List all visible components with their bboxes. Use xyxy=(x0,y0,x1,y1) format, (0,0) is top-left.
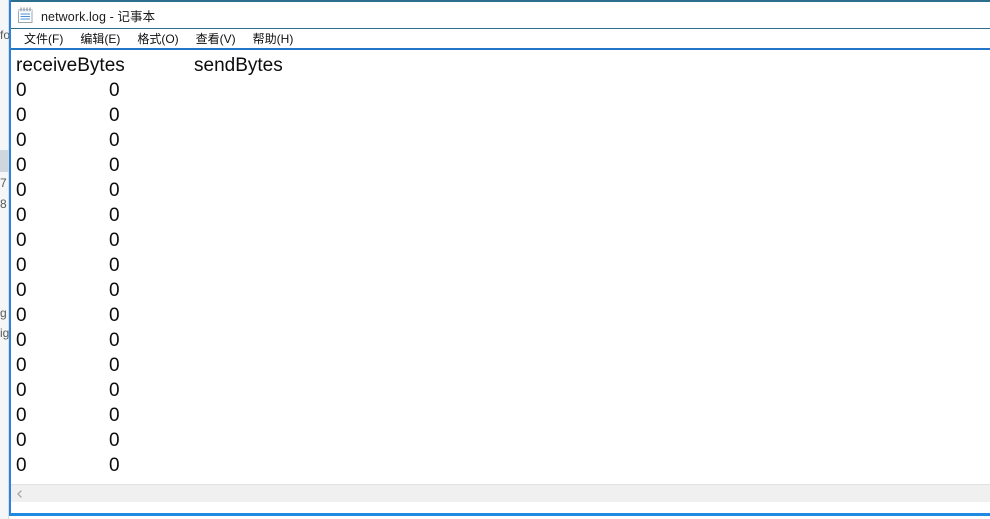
cell-receive-bytes: 0 xyxy=(16,205,27,226)
cell-send-bytes: 0 xyxy=(109,330,120,351)
document-row: 00 xyxy=(13,303,990,328)
document-row: 00 xyxy=(13,253,990,278)
document-row: 00 xyxy=(13,178,990,203)
cell-send-bytes: 0 xyxy=(109,280,120,301)
menu-view[interactable]: 查看(V) xyxy=(188,28,245,49)
background-sidebar-edge xyxy=(0,0,9,519)
document-row: 00 xyxy=(13,203,990,228)
menu-help[interactable]: 帮助(H) xyxy=(245,28,303,49)
document-row: 00 xyxy=(13,278,990,303)
cell-send-bytes: 0 xyxy=(109,380,120,401)
cell-receive-bytes: 0 xyxy=(16,455,27,476)
cell-receive-bytes: 0 xyxy=(16,255,27,276)
document-row: 00 xyxy=(13,78,990,103)
document-row: 00 xyxy=(13,353,990,378)
cell-send-bytes: 0 xyxy=(109,455,120,476)
document-row: 00 xyxy=(13,403,990,428)
cell-send-bytes: 0 xyxy=(109,405,120,426)
titlebar[interactable]: network.log - 记事本 xyxy=(11,0,990,28)
cell-receive-bytes: 0 xyxy=(16,280,27,301)
menu-edit[interactable]: 编辑(E) xyxy=(72,28,129,49)
cell-send-bytes: 0 xyxy=(109,230,120,251)
background-selected-row xyxy=(0,150,9,172)
cell-send-bytes: 0 xyxy=(109,105,120,126)
cell-send-bytes: 0 xyxy=(109,130,120,151)
document-row: 00 xyxy=(13,103,990,128)
notepad-icon xyxy=(17,7,34,24)
notepad-window: network.log - 记事本 文件(F) 编辑(E) 格式(O) 查看(V) 帮助… xyxy=(9,0,990,516)
document-row: 00 xyxy=(13,328,990,353)
window-title: network.log - 记事本 xyxy=(41,9,156,24)
cell-receive-bytes: 0 xyxy=(16,80,27,101)
chevron-left-icon[interactable] xyxy=(11,485,28,502)
text-editor-area[interactable]: receiveBytes sendBytes 0 0 0 0 0 0 0 0 0 0 0 0 0 0 0 0 0 0 0… xyxy=(11,50,990,484)
cell-send-bytes: 0 xyxy=(109,155,120,176)
cell-receive-bytes: 0 xyxy=(16,130,27,151)
document-text[interactable]: receiveBytes sendBytes 0 0 0 0 0 0 0 0 0 0 0 0 0 0 0 0 0 0 0… xyxy=(11,50,990,484)
cell-send-bytes: 0 xyxy=(109,305,120,326)
document-header-row: receiveBytes sendBytes xyxy=(13,53,990,78)
horizontal-scrollbar[interactable] xyxy=(11,484,990,502)
cell-receive-bytes: 0 xyxy=(16,155,27,176)
cell-send-bytes: 0 xyxy=(109,205,120,226)
menu-file[interactable]: 文件(F) xyxy=(16,28,72,49)
cell-receive-bytes: 0 xyxy=(16,430,27,451)
menubar: 文件(F) 编辑(E) 格式(O) 查看(V) 帮助(H) xyxy=(11,28,990,50)
cell-send-bytes: 0 xyxy=(109,255,120,276)
column-header-send-bytes: sendBytes xyxy=(194,55,283,76)
document-row: 00 xyxy=(13,428,990,453)
document-row: 00 xyxy=(13,128,990,153)
scrollbar-track[interactable] xyxy=(28,485,990,502)
cell-receive-bytes: 0 xyxy=(16,405,27,426)
document-row: 00 xyxy=(13,153,990,178)
cell-send-bytes: 0 xyxy=(109,180,120,201)
cell-send-bytes: 0 xyxy=(109,355,120,376)
cell-receive-bytes: 0 xyxy=(16,230,27,251)
document-row: 00 xyxy=(13,228,990,253)
cell-receive-bytes: 0 xyxy=(16,380,27,401)
cell-receive-bytes: 0 xyxy=(16,105,27,126)
cell-receive-bytes: 0 xyxy=(16,330,27,351)
document-row: 00 xyxy=(13,453,990,478)
cell-send-bytes: 0 xyxy=(109,430,120,451)
screen: fo 7 8 g ig network.log - 记事本 文件(F) 编辑(E… xyxy=(0,0,990,519)
document-row: 00 xyxy=(13,378,990,403)
cell-send-bytes: 0 xyxy=(109,80,120,101)
cell-receive-bytes: 0 xyxy=(16,180,27,201)
menu-format[interactable]: 格式(O) xyxy=(129,28,187,49)
cell-receive-bytes: 0 xyxy=(16,355,27,376)
column-header-receive-bytes: receiveBytes xyxy=(16,55,125,76)
cell-receive-bytes: 0 xyxy=(16,305,27,326)
